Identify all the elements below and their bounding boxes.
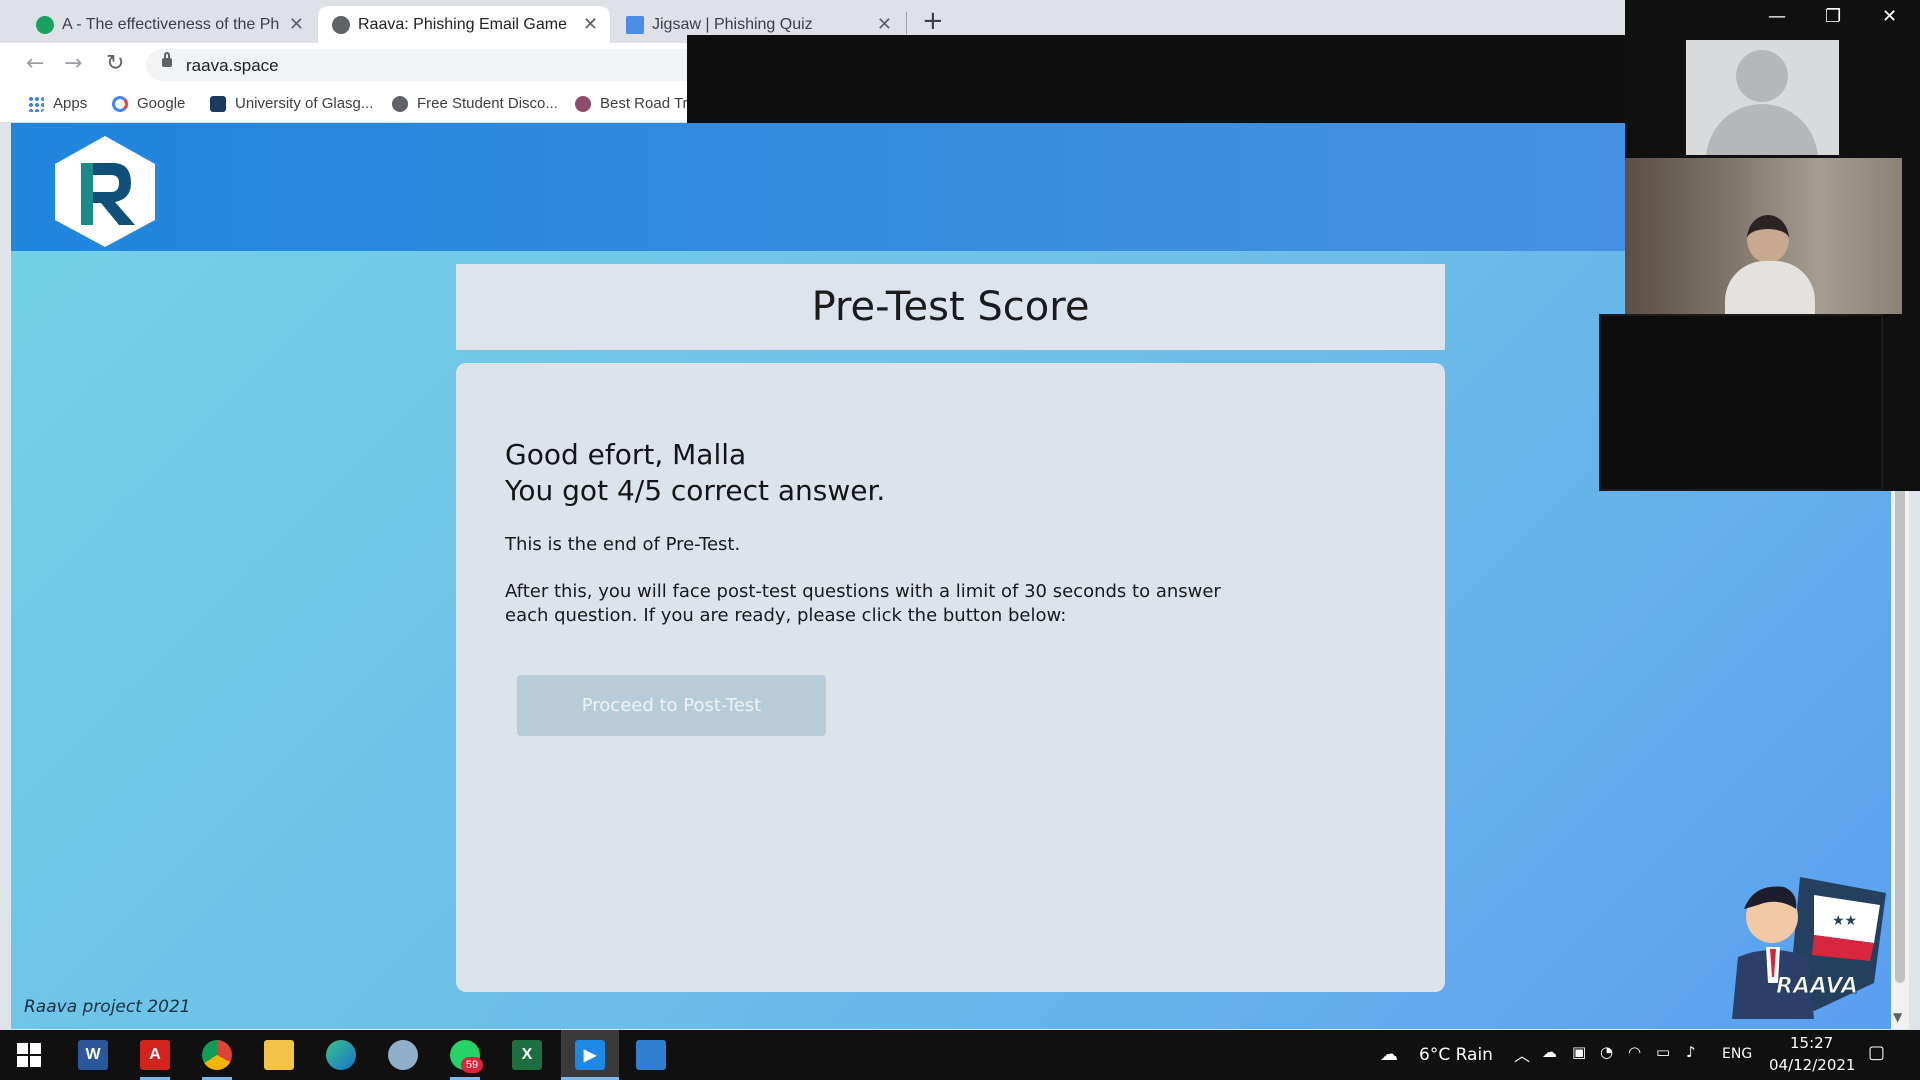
bookmark-label: Apps bbox=[53, 95, 88, 112]
scroll-down-arrow-icon[interactable]: ▼ bbox=[1893, 1010, 1902, 1024]
tab-separator bbox=[906, 12, 907, 34]
paint-icon[interactable] bbox=[388, 1040, 418, 1070]
tab-title: A - The effectiveness of the Phish bbox=[62, 15, 280, 33]
address-bar[interactable]: raava.space bbox=[146, 49, 690, 81]
bookmark-label: University of Glasg... bbox=[235, 95, 374, 112]
participant-head bbox=[1747, 215, 1789, 263]
acrobat-icon[interactable]: A bbox=[140, 1040, 170, 1070]
raava-mascot-icon[interactable]: ★★ RAAVA bbox=[1714, 865, 1890, 1019]
browser-toolbar: ← → ↻ raava.space bbox=[0, 43, 690, 87]
chevron-up-icon[interactable]: ︿ bbox=[1514, 1042, 1530, 1066]
university-crest-icon bbox=[210, 95, 226, 112]
greeting-line: Good efort, Malla bbox=[505, 438, 747, 471]
bookmarks-bar: Apps Google University of Glasg... Free … bbox=[0, 87, 691, 123]
network-icon[interactable]: ◔ bbox=[1600, 1043, 1613, 1061]
bookmark-google[interactable]: Google bbox=[112, 95, 185, 112]
bookmark-free-student[interactable]: Free Student Disco... bbox=[392, 95, 558, 112]
new-tab-icon[interactable]: + bbox=[922, 6, 944, 36]
globe-icon bbox=[332, 16, 350, 34]
wifi-icon[interactable]: ◠ bbox=[1628, 1043, 1641, 1061]
score-title-box: Pre-Test Score bbox=[456, 264, 1445, 350]
windows-taskbar: W A X ▶ ☁ 6°C Rain ︿ ☁ ▣ ◔ ◠ ▭ ♪ ENG 15:… bbox=[0, 1030, 1920, 1080]
bookmark-road-trip[interactable]: Best Road Tri bbox=[575, 95, 691, 112]
svg-text:★★: ★★ bbox=[1832, 913, 1857, 929]
footer-text: Raava project 2021 bbox=[24, 997, 191, 1017]
raava-logo-icon[interactable] bbox=[51, 133, 159, 249]
mascot-label: RAAVA bbox=[1776, 974, 1858, 999]
weather-text[interactable]: 6°C Rain bbox=[1419, 1045, 1493, 1065]
language-indicator[interactable]: ENG bbox=[1722, 1046, 1752, 1062]
photos-icon[interactable] bbox=[636, 1040, 666, 1070]
zoom-share-icon[interactable]: ▶ bbox=[575, 1040, 605, 1070]
end-of-pretest-text: This is the end of Pre-Test. bbox=[505, 534, 741, 555]
google-icon bbox=[112, 95, 128, 112]
url-text[interactable]: raava.space bbox=[186, 56, 279, 76]
close-tab-icon[interactable]: ✕ bbox=[877, 14, 892, 35]
battery-icon[interactable]: ▭ bbox=[1656, 1043, 1670, 1061]
page-header bbox=[11, 123, 1891, 251]
file-explorer-icon[interactable] bbox=[264, 1040, 294, 1070]
result-card: Good efort, Malla You got 4/5 correct an… bbox=[456, 363, 1445, 992]
globe-icon bbox=[392, 95, 408, 112]
tab-title: Raava: Phishing Email Game bbox=[358, 15, 567, 33]
page-title: Pre-Test Score bbox=[811, 284, 1090, 330]
windows-start-icon[interactable] bbox=[14, 1040, 44, 1070]
forward-icon[interactable]: → bbox=[64, 51, 82, 76]
participant-body bbox=[1725, 261, 1815, 314]
tab-raava[interactable]: Raava: Phishing Email Game ✕ bbox=[318, 6, 610, 43]
close-tab-icon[interactable]: ✕ bbox=[583, 14, 598, 35]
tab-favicon-icon bbox=[626, 16, 644, 34]
volume-icon[interactable]: ♪ bbox=[1686, 1043, 1696, 1061]
bookmark-label: Best Road Tri bbox=[600, 95, 691, 112]
meet-now-icon[interactable]: ▣ bbox=[1572, 1043, 1586, 1061]
empty-video-tile bbox=[1599, 314, 1883, 491]
reload-icon[interactable]: ↻ bbox=[106, 51, 124, 76]
participant-video-tile[interactable] bbox=[1625, 158, 1902, 314]
restore-icon[interactable]: ❐ bbox=[1825, 6, 1841, 27]
thistle-icon bbox=[575, 95, 591, 112]
instructions-text: After this, you will face post-test ques… bbox=[505, 581, 1221, 626]
proceed-to-post-test-button[interactable]: Proceed to Post-Test bbox=[517, 675, 826, 736]
avatar-body-icon bbox=[1706, 104, 1818, 155]
onedrive-icon[interactable]: ☁ bbox=[1542, 1043, 1557, 1061]
apps-grid-icon bbox=[28, 95, 44, 112]
back-icon[interactable]: ← bbox=[26, 51, 44, 76]
tab-title: Jigsaw | Phishing Quiz bbox=[652, 15, 813, 33]
notifications-icon[interactable]: ▢ bbox=[1868, 1042, 1885, 1063]
chrome-icon[interactable] bbox=[202, 1040, 232, 1070]
score-line: You got 4/5 correct answer. bbox=[505, 474, 886, 507]
bookmark-university[interactable]: University of Glasg... bbox=[210, 95, 373, 112]
bookmark-label: Google bbox=[137, 95, 186, 112]
edge-icon[interactable] bbox=[326, 1040, 356, 1070]
tab-favicon-icon bbox=[36, 16, 54, 34]
clock-date[interactable]: 04/12/2021 bbox=[1769, 1056, 1855, 1074]
greeting: Good efort, Malla You got 4/5 correct an… bbox=[505, 437, 885, 509]
minimize-icon[interactable]: — bbox=[1768, 6, 1786, 27]
excel-icon[interactable]: X bbox=[512, 1040, 542, 1070]
bookmark-label: Free Student Disco... bbox=[417, 95, 558, 112]
raava-page: Pre-Test Score Good efort, Malla You got… bbox=[11, 123, 1891, 1029]
participant-avatar-tile[interactable] bbox=[1686, 40, 1839, 155]
word-icon[interactable]: W bbox=[78, 1040, 108, 1070]
bookmark-apps[interactable]: Apps bbox=[28, 95, 87, 112]
close-tab-icon[interactable]: ✕ bbox=[289, 14, 304, 35]
clock-time[interactable]: 15:27 bbox=[1790, 1034, 1833, 1052]
lock-icon[interactable] bbox=[162, 52, 172, 67]
avatar-head-icon bbox=[1736, 50, 1788, 102]
whatsapp-badge: 59 bbox=[461, 1057, 483, 1073]
tab-phish-effectiveness[interactable]: A - The effectiveness of the Phish ✕ bbox=[22, 6, 316, 43]
weather-icon[interactable]: ☁ bbox=[1380, 1044, 1398, 1065]
close-window-icon[interactable]: ✕ bbox=[1882, 6, 1897, 27]
